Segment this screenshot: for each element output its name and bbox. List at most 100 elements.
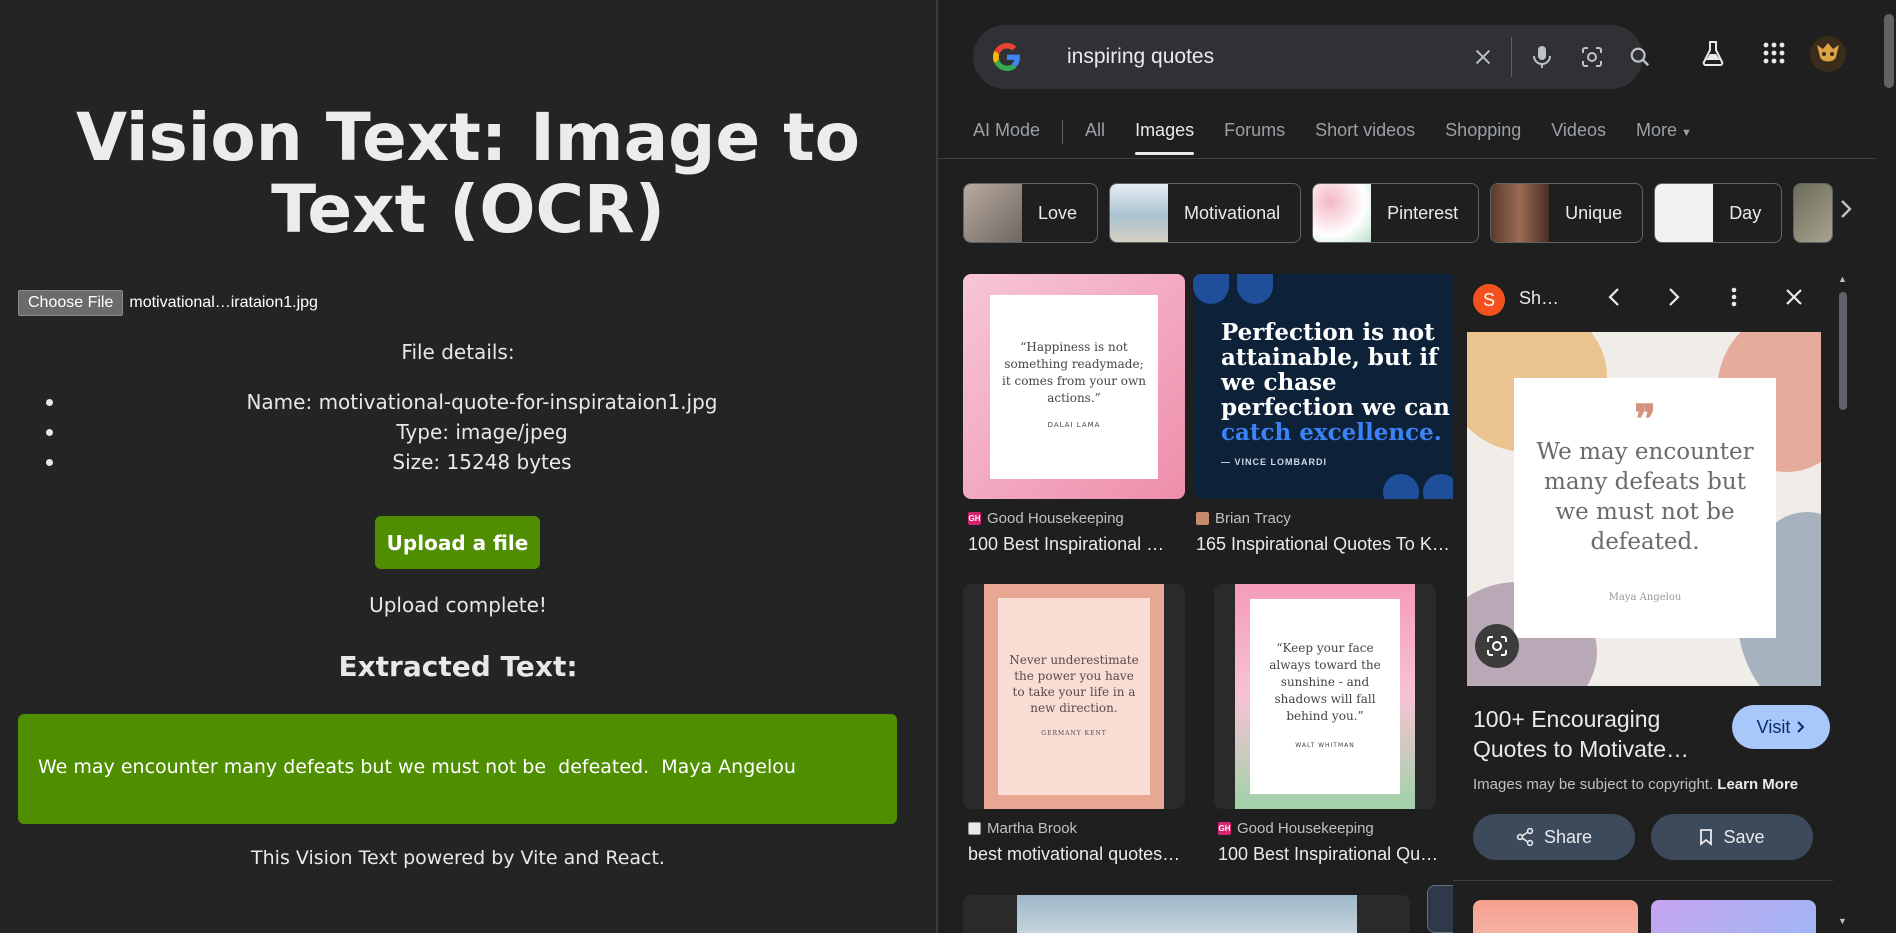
result-title[interactable]: 100 Best Inspirational Qu… [1218,844,1446,865]
source-name: Brian Tracy [1215,510,1291,527]
quote-card: “Happiness is not something readymade; i… [990,294,1158,479]
close-icon[interactable] [1779,282,1809,312]
upload-button[interactable]: Upload a file [375,516,540,569]
panel-scroll-thumb[interactable] [1839,292,1847,410]
clear-search-icon[interactable] [1469,43,1497,71]
result-title[interactable]: 165 Inspirational Quotes To Ke… [1196,534,1453,555]
file-detail-name: Name: motivational-quote-for-inspirataio… [0,387,964,417]
tab-videos[interactable]: Videos [1551,120,1606,155]
more-vertical-icon[interactable] [1719,282,1749,312]
app-footer: This Vision Text powered by Vite and Rea… [251,847,665,869]
panel-scrollbar[interactable]: ▲ ▼ [1836,268,1850,933]
chevron-right-icon[interactable] [1659,282,1689,312]
quote-author: — VINCE LOMBARDI [1221,457,1327,467]
source-name: Good Housekeeping [1237,820,1374,837]
visit-button[interactable]: Visit [1732,705,1830,749]
upload-status: Upload complete! [369,593,547,617]
decor-circle [1383,474,1419,499]
result-title[interactable]: 100 Best Inspirational … [968,534,1168,555]
labs-flask-icon[interactable] [1698,38,1728,68]
chip-unique[interactable]: Unique [1490,183,1644,243]
search-divider [1511,37,1512,77]
chip-thumbnail [1491,184,1550,242]
result-source[interactable]: GH Good Housekeeping [968,510,1124,527]
result-source[interactable]: Brian Tracy [1196,510,1291,527]
tab-images[interactable]: Images [1135,120,1195,155]
chosen-file-name: motivational…irataion1.jpg [129,294,318,311]
image-result-thumbnail[interactable] [963,895,1410,933]
chevron-left-icon[interactable] [1599,282,1629,312]
search-bar[interactable]: inspiring quotes [973,25,1650,89]
share-button[interactable]: Share [1473,814,1635,860]
chip-day[interactable]: Day [1654,183,1783,243]
vision-text-app: Vision Text: Image to Text (OCR) Choose … [0,0,936,933]
chip-thumbnail [1794,184,1833,242]
quote-card: “Keep your face always toward the sunshi… [1250,599,1400,794]
tab-ai-mode[interactable]: AI Mode [973,120,1040,155]
panel-site-name[interactable]: Sh… [1519,288,1559,309]
learn-more-link[interactable]: Learn More [1717,776,1798,793]
page-scrollbar[interactable] [1876,0,1896,933]
refinement-chips: Love Motivational Pinterest Unique Day [963,183,1834,243]
chip-love[interactable]: Love [963,183,1099,243]
scroll-up-icon[interactable]: ▲ [1838,274,1847,284]
thumbnail-image [1016,895,1357,933]
chip-thumbnail [1313,184,1372,242]
choose-file-button[interactable]: Choose File [18,290,124,316]
image-result-thumbnail[interactable]: Perfection is not attainable, but if we … [1193,274,1455,499]
account-avatar[interactable] [1810,36,1846,72]
decor-circle [1237,274,1273,304]
tab-forums[interactable]: Forums [1224,120,1285,155]
chip-label: Unique [1565,202,1623,223]
chip-label: Love [1038,202,1078,223]
related-thumbnail[interactable] [1473,900,1638,933]
chip-partial[interactable] [1793,183,1834,243]
tab-all[interactable]: All [1085,120,1105,155]
extracted-text-heading: Extracted Text: [338,650,578,683]
result-source[interactable]: GH Good Housekeeping [1218,820,1374,837]
file-details-list: Name: motivational-quote-for-inspirataio… [0,387,964,477]
lens-search-icon[interactable] [1475,624,1519,668]
bookmark-icon [1700,829,1713,846]
search-input[interactable]: inspiring quotes [1067,45,1214,69]
app-title: Vision Text: Image to Text (OCR) [75,99,860,248]
tab-short-videos[interactable]: Short videos [1315,120,1415,155]
save-button[interactable]: Save [1651,814,1813,860]
image-result-thumbnail[interactable]: “Keep your face always toward the sunshi… [1214,584,1436,809]
scroll-down-icon[interactable]: ▼ [1838,916,1847,926]
related-thumbnail[interactable] [1651,900,1816,933]
result-title[interactable]: best motivational quotes … [968,844,1183,865]
preview-quote-text: We may encounter many defeats but we mus… [1536,439,1754,555]
preview-quote-author: Maya Angelou [1608,592,1682,603]
good-housekeeping-icon: GH [1218,822,1231,835]
quote-text-main: Perfection is not attainable, but if we … [1221,319,1450,421]
chip-pinterest[interactable]: Pinterest [1312,183,1480,243]
preview-title[interactable]: 100+ Encouraging Quotes to Motivate… [1473,704,1703,764]
quote-text: “Happiness is not something readymade; i… [1002,340,1146,405]
image-result-thumbnail[interactable]: Never underestimate the power you have t… [963,584,1185,809]
chevron-right-icon[interactable] [1838,198,1854,227]
google-images-window: inspiring quotes AI Mode All Images Foru… [938,0,1896,933]
lens-camera-icon[interactable] [1578,43,1606,71]
preview-image[interactable]: ❞ We may encounter many defeats but we m… [1467,332,1821,686]
quote-card: Never underestimate the power you have t… [984,584,1164,809]
result-source[interactable]: Martha Brook [968,820,1077,837]
tab-more[interactable]: More ▼ [1636,120,1692,155]
chip-label: Day [1729,202,1762,223]
preview-quote-card: ❞ We may encounter many defeats but we m… [1514,378,1776,638]
search-icon[interactable] [1626,43,1654,71]
extracted-text-box: We may encounter many defeats but we mus… [18,714,897,824]
visit-label: Visit [1756,716,1791,737]
microphone-icon[interactable] [1528,43,1556,71]
page-scroll-thumb[interactable] [1884,14,1894,88]
quote-text-highlight: catch excellence. [1221,419,1442,446]
file-detail-size: Size: 15248 bytes [0,447,964,477]
image-result-thumbnail[interactable]: “Happiness is not something readymade; i… [963,274,1185,499]
quote-card-frame: “Keep your face always toward the sunshi… [1235,584,1415,809]
copyright-text: Images may be subject to copyright. [1473,776,1714,793]
tab-shopping[interactable]: Shopping [1445,120,1521,155]
quote-mark-icon: ❞ [1634,396,1656,443]
file-detail-type: Type: image/jpeg [0,417,964,447]
chip-motivational[interactable]: Motivational [1109,183,1302,243]
apps-grid-icon[interactable] [1759,38,1789,68]
